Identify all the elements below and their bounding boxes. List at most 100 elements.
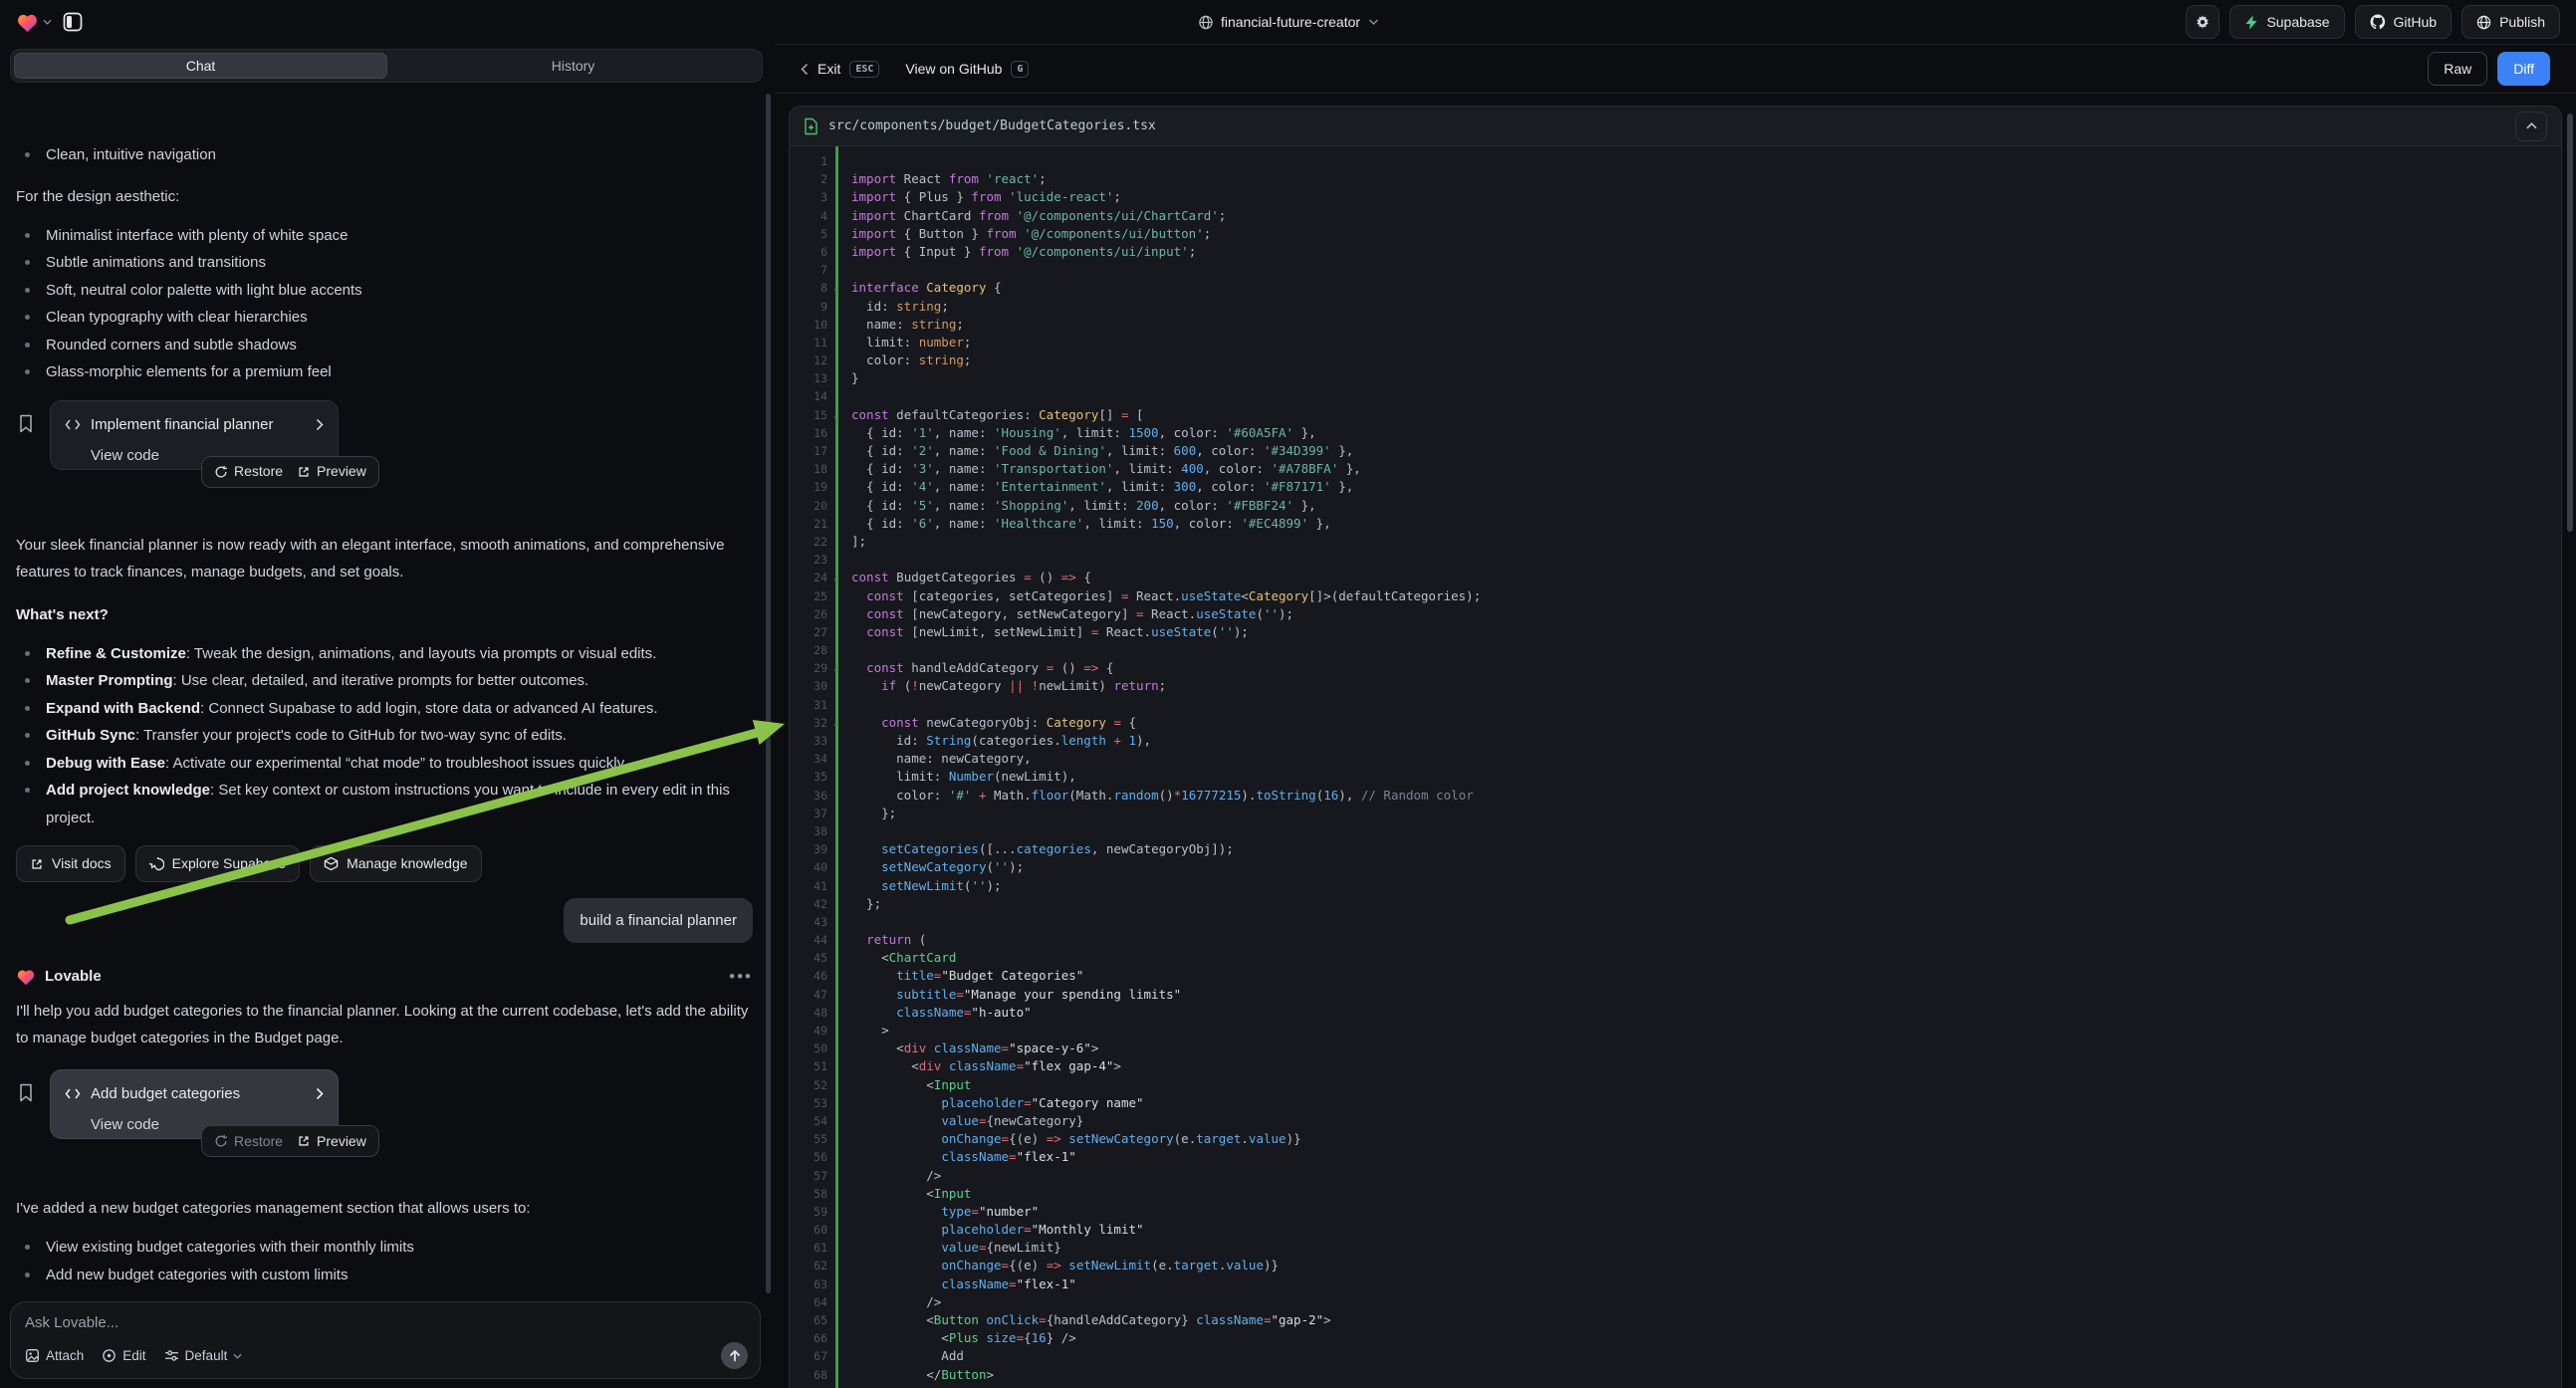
code-line: 42 }; xyxy=(790,895,2561,913)
supabase-button[interactable]: Supabase xyxy=(2229,5,2344,39)
visit-docs-button[interactable]: Visit docs xyxy=(16,845,125,882)
external-link-icon xyxy=(30,857,44,871)
list-item: Master Prompting: Use clear, detailed, a… xyxy=(16,667,753,695)
preview-button[interactable]: Preview xyxy=(297,458,366,485)
explore-supabase-button[interactable]: Explore Supabase xyxy=(135,845,300,882)
whats-next-heading: What's next? xyxy=(16,601,753,628)
tab-chat[interactable]: Chat xyxy=(14,53,387,79)
code-line: 32⌄ const newCategoryObj: Category = { xyxy=(790,714,2561,732)
code-line: 31 xyxy=(790,696,2561,714)
message-menu-icon[interactable]: ••• xyxy=(729,963,753,990)
code-line: 67 Add xyxy=(790,1347,2561,1365)
code-line: 19 { id: '4', name: 'Entertainment', lim… xyxy=(790,478,2561,496)
github-button[interactable]: GitHub xyxy=(2355,5,2453,39)
preview-label: Preview xyxy=(317,1128,366,1155)
chat-input[interactable]: Ask Lovable... xyxy=(25,1314,746,1331)
chevron-left-icon xyxy=(801,63,809,76)
code-file-card: src/components/budget/BudgetCategories.t… xyxy=(789,106,2562,1388)
design-heading: For the design aesthetic: xyxy=(16,183,753,210)
code-line: 61 value={newLimit} xyxy=(790,1239,2561,1257)
code-editor[interactable]: 1 2import React from 'react';3import { P… xyxy=(790,146,2561,1388)
next-steps-bullets: Refine & Customize: Tweak the design, an… xyxy=(16,640,753,832)
visit-docs-label: Visit docs xyxy=(52,850,112,877)
bookmark-icon[interactable] xyxy=(18,414,34,433)
code-line: 5import { Button } from '@/components/ui… xyxy=(790,225,2561,243)
github-icon xyxy=(2370,14,2386,30)
bookmark-icon[interactable] xyxy=(18,1083,34,1102)
user-message: build a financial planner xyxy=(564,898,753,943)
publish-globe-icon xyxy=(2476,15,2491,30)
list-item: View existing budget categories with the… xyxy=(16,1234,753,1262)
code-line: 40 setNewCategory(''); xyxy=(790,858,2561,876)
diff-toggle-button[interactable]: Diff xyxy=(2497,52,2550,86)
edit-button[interactable]: Edit xyxy=(102,1348,145,1363)
list-item: Refine & Customize: Tweak the design, an… xyxy=(16,640,753,668)
manage-knowledge-button[interactable]: Manage knowledge xyxy=(310,845,481,882)
chat-scrollbar[interactable] xyxy=(766,94,771,1293)
code-line: 1 xyxy=(790,152,2561,170)
code-viewer-panel: Exit ESC View on GitHub G Raw Diff src/c… xyxy=(775,44,2576,1388)
manage-knowledge-label: Manage knowledge xyxy=(347,850,467,877)
code-icon xyxy=(65,1087,81,1100)
restore-button[interactable]: Restore xyxy=(214,1128,283,1155)
code-line: 46 title="Budget Categories" xyxy=(790,967,2561,985)
code-line: 26 const [newCategory, setNewCategory] =… xyxy=(790,605,2561,623)
chat-tabs: Chat History xyxy=(10,49,763,83)
github-label: GitHub xyxy=(2394,14,2438,30)
preview-button[interactable]: Preview xyxy=(297,1128,366,1155)
list-item: Each category gets a unique color for vi… xyxy=(16,1288,753,1292)
collapse-file-button[interactable] xyxy=(2515,112,2547,141)
send-button[interactable] xyxy=(721,1342,748,1369)
chat-message-list[interactable]: Clean, intuitive navigation For the desi… xyxy=(0,131,775,1292)
code-scrollbar[interactable] xyxy=(2567,114,2573,532)
list-item: Add project knowledge: Set key context o… xyxy=(16,777,753,831)
code-line: 8⌄interface Category { xyxy=(790,279,2561,297)
publish-button[interactable]: Publish xyxy=(2461,5,2560,39)
chat-bubble-icon xyxy=(149,857,164,871)
attach-button[interactable]: Attach xyxy=(25,1348,84,1363)
list-item: Minimalist interface with plenty of whit… xyxy=(16,222,753,250)
supabase-icon xyxy=(2244,15,2258,30)
code-line: 60 placeholder="Monthly limit" xyxy=(790,1221,2561,1239)
version-title: Add budget categories xyxy=(91,1080,306,1107)
lovable-logo-icon[interactable] xyxy=(16,12,52,33)
mode-select[interactable]: Default xyxy=(164,1348,243,1363)
code-line: 68 </Button> xyxy=(790,1366,2561,1384)
project-switcher[interactable]: financial-future-creator xyxy=(1198,14,1378,30)
restore-button[interactable]: Restore xyxy=(214,458,283,485)
list-item: Clean, intuitive navigation xyxy=(16,141,753,169)
list-item: Debug with Ease: Activate our experiment… xyxy=(16,750,753,778)
restore-preview-pill: Restore Preview xyxy=(201,1125,379,1157)
code-line: 54 value={newCategory} xyxy=(790,1112,2561,1130)
exit-button[interactable]: Exit ESC xyxy=(801,61,879,78)
globe-icon xyxy=(1198,15,1213,30)
code-line: 7 xyxy=(790,261,2561,279)
chat-composer[interactable]: Ask Lovable... Attach Edit xyxy=(10,1301,761,1379)
assistant-name: Lovable xyxy=(45,963,102,990)
code-line: 38 xyxy=(790,822,2561,840)
raw-toggle-button[interactable]: Raw xyxy=(2428,52,2487,86)
supabase-label: Supabase xyxy=(2266,14,2329,30)
version-card-row: Add budget categories View code Restore xyxy=(16,1069,753,1173)
view-on-github-button[interactable]: View on GitHub G xyxy=(905,61,1029,78)
restore-label: Restore xyxy=(234,1128,283,1155)
edit-label: Edit xyxy=(122,1348,145,1363)
code-line: 65 <Button onClick={handleAddCategory} c… xyxy=(790,1311,2561,1329)
code-line: 43 xyxy=(790,913,2561,931)
code-line: 20 { id: '5', name: 'Shopping', limit: 2… xyxy=(790,497,2561,515)
restore-icon xyxy=(214,465,228,479)
code-line: 56 className="flex-1" xyxy=(790,1148,2561,1166)
code-line: 28 xyxy=(790,641,2561,659)
file-path-bar[interactable]: src/components/budget/BudgetCategories.t… xyxy=(790,107,2561,146)
sidebar-toggle-icon[interactable] xyxy=(62,11,84,33)
chevron-down-icon xyxy=(1368,19,1378,25)
gear-icon xyxy=(2195,14,2211,30)
tab-history[interactable]: History xyxy=(387,53,759,79)
code-line: 48 className="h-auto" xyxy=(790,1004,2561,1022)
code-line: 36 color: '#' + Math.floor(Math.random()… xyxy=(790,787,2561,805)
settings-button[interactable] xyxy=(2186,5,2220,39)
code-line: 33 id: String(categories.length + 1), xyxy=(790,732,2561,750)
code-line: 30 if (!newCategory || !newLimit) return… xyxy=(790,677,2561,695)
attach-label: Attach xyxy=(46,1348,84,1363)
version-card-row: Implement financial planner View code Re… xyxy=(16,400,753,504)
